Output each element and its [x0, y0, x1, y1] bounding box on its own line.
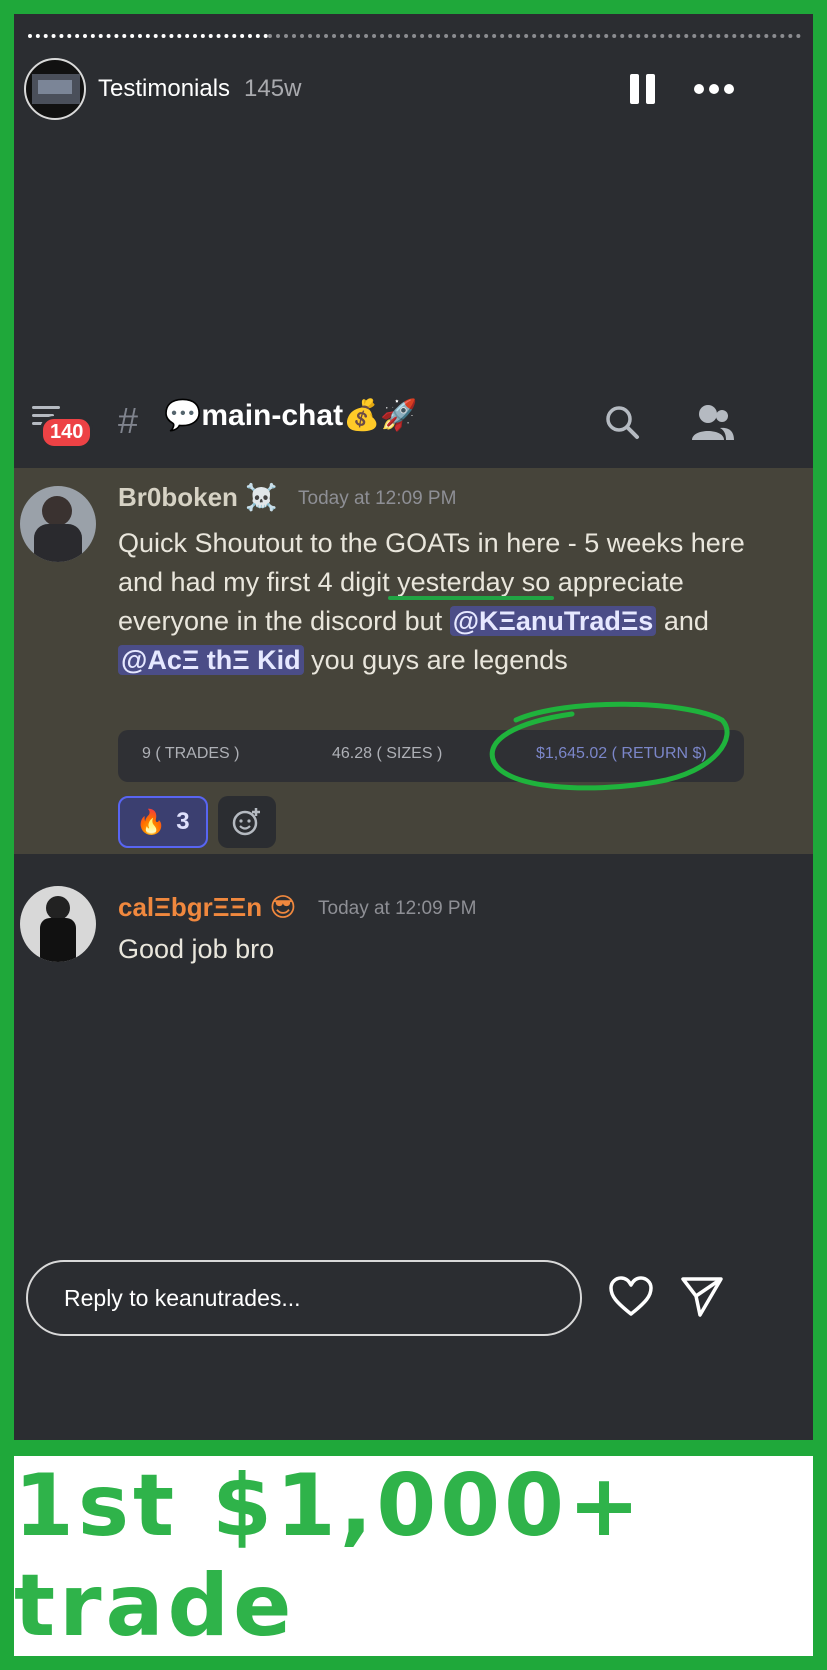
channel-name-text: main-chat — [201, 398, 344, 432]
reply-input[interactable]: Reply to keanutrades... — [26, 1260, 582, 1336]
more-options-icon[interactable] — [694, 84, 734, 96]
send-icon[interactable] — [680, 1274, 724, 1318]
avatar[interactable] — [20, 886, 96, 962]
story-header: Testimonials 145w — [24, 58, 804, 120]
skull-emoji-icon: ☠️ — [245, 482, 278, 512]
caption-text: 1st $1,000+ trade — [14, 1456, 645, 1656]
avatar[interactable] — [20, 486, 96, 562]
story-title[interactable]: Testimonials — [98, 75, 230, 103]
message-author[interactable]: calΞbgrΞΞn 😎 — [118, 892, 296, 923]
story-avatar[interactable] — [24, 58, 86, 120]
message-timestamp: Today at 12:09 PM — [318, 898, 477, 919]
channel-name[interactable]: 💬 main-chat 💰🚀 — [164, 398, 418, 433]
mention-ace-the-kid[interactable]: @AcΞ thΞ Kid — [118, 645, 304, 675]
sunglasses-emoji-icon: 😎 — [269, 892, 297, 922]
fire-emoji-icon: 🔥 — [136, 808, 167, 836]
green-circle-annotation — [489, 701, 730, 791]
message-timestamp: Today at 12:09 PM — [298, 488, 457, 509]
add-reaction-icon — [232, 808, 260, 836]
add-reaction-button[interactable] — [218, 796, 276, 848]
progress-done — [28, 34, 268, 38]
channel-suffix-emoji: 💰🚀 — [343, 399, 418, 432]
caption-banner: 1st $1,000+ trade — [14, 1456, 813, 1656]
reactions: 🔥 3 — [118, 796, 276, 848]
progress-remaining — [268, 34, 801, 38]
search-icon[interactable] — [604, 404, 640, 440]
channel-hash-icon: # — [118, 400, 139, 441]
pause-icon[interactable] — [630, 74, 656, 104]
story-viewer: Testimonials 145w 140 # 💬 main-chat 💰🚀 B… — [14, 14, 813, 1440]
message-highlighted[interactable]: Br0boken ☠️ Today at 12:09 PM Quick Shou… — [14, 468, 813, 854]
message-author[interactable]: Br0boken ☠️ — [118, 482, 278, 513]
message[interactable]: calΞbgrΞΞn 😎 Today at 12:09 PM Good job … — [14, 872, 813, 982]
channel-prefix-emoji: 💬 — [164, 399, 202, 432]
message-text: Good job bro — [118, 934, 275, 964]
message-text: Quick Shoutout to the GOATs in here - 5 … — [118, 528, 745, 675]
channel-header: 140 # 💬 main-chat 💰🚀 — [14, 382, 813, 462]
mention-keanutrades[interactable]: @KΞanuTradΞs — [449, 606, 657, 636]
unread-badge: 140 — [40, 416, 94, 449]
fire-reaction[interactable]: 🔥 3 — [118, 796, 208, 848]
trades-count: 9 ( TRADES ) — [142, 745, 240, 762]
reaction-count: 3 — [176, 808, 190, 835]
story-age: 145w — [244, 75, 302, 102]
members-icon[interactable] — [690, 402, 734, 442]
heart-icon[interactable] — [608, 1276, 654, 1318]
trade-sizes: 46.28 ( SIZES ) — [332, 745, 443, 762]
author-name: Br0boken — [118, 482, 238, 512]
reply-placeholder: Reply to keanutrades... — [64, 1284, 301, 1311]
story-progress-bar — [28, 34, 801, 38]
author-name: calΞbgrΞΞn — [118, 892, 263, 922]
green-underline-annotation — [388, 596, 554, 600]
